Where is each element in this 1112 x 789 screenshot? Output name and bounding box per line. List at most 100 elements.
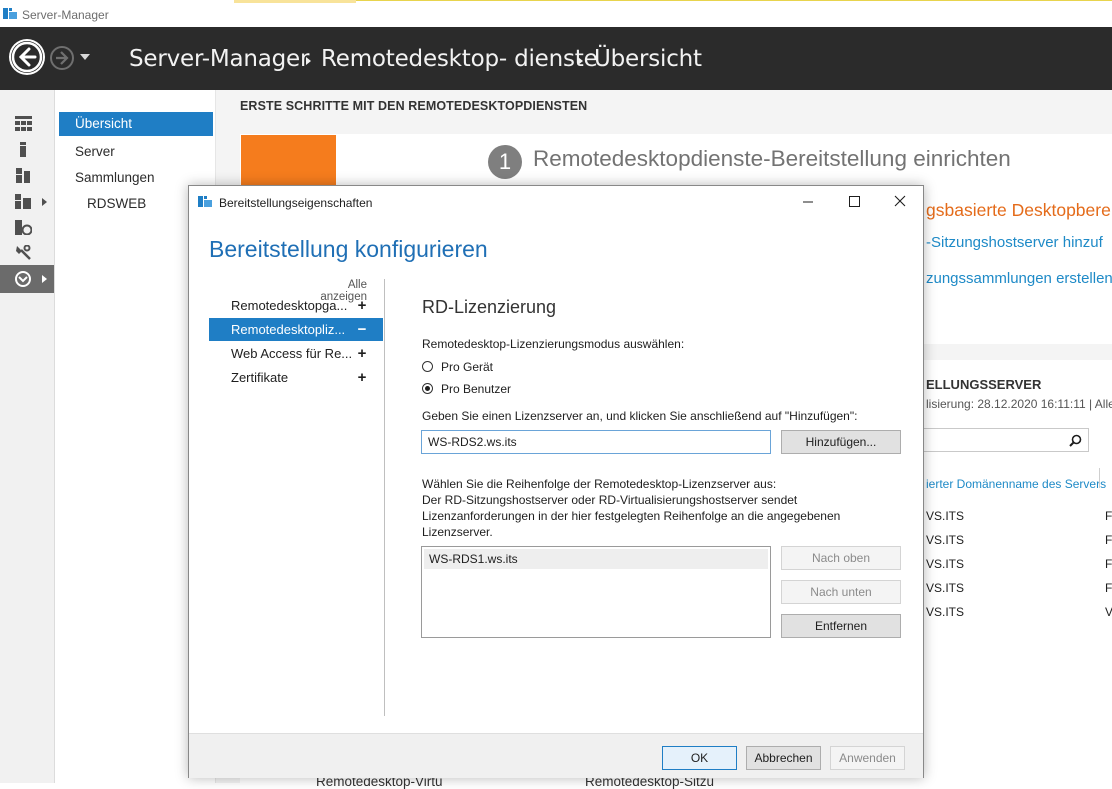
section-item-certificates[interactable]: Zertifikate + [209, 366, 383, 389]
maximize-icon [849, 196, 860, 207]
notification-line [356, 0, 1112, 1]
table-row[interactable]: VS.ITS [926, 581, 964, 595]
apply-button[interactable]: Anwenden [830, 746, 905, 770]
expand-plus-icon[interactable]: + [355, 294, 369, 317]
nav-item-rdsweb[interactable]: RDSWEB [59, 192, 205, 216]
move-down-button[interactable]: Nach unten [781, 580, 901, 604]
radio-button-checked[interactable] [422, 383, 433, 394]
file-services-icon[interactable] [15, 194, 32, 209]
license-server-input[interactable] [421, 430, 771, 454]
app-title: Server-Manager [22, 8, 109, 22]
tools-icon[interactable] [15, 245, 32, 260]
expand-arrow-icon[interactable] [42, 198, 47, 206]
forward-button[interactable] [50, 46, 74, 70]
breadcrumb-separator-icon [578, 57, 583, 65]
table-cell: F [1105, 581, 1112, 595]
table-cell: V [1105, 605, 1112, 619]
breadcrumb-remote-desktop[interactable]: Remotedesktop- dienste [321, 46, 598, 72]
remote-desktop-icon [15, 271, 31, 287]
dialog-title: Bereitstellungseigenschaften [219, 196, 373, 210]
remove-button[interactable]: Entfernen [781, 614, 901, 638]
dialog-heading: Bereitstellung konfigurieren [209, 236, 488, 262]
section-item-label: Zertifikate [231, 370, 289, 385]
section-item-web-access[interactable]: Web Access für Re... + [209, 342, 383, 365]
expand-plus-icon[interactable]: + [355, 366, 369, 389]
local-server-icon[interactable] [15, 142, 32, 157]
breadcrumb-overview: Übersicht [594, 46, 702, 72]
search-icon [1069, 434, 1082, 447]
column-divider [1099, 468, 1100, 488]
rail-active-item[interactable] [0, 265, 54, 293]
nav-item-collections[interactable]: Sammlungen [59, 166, 205, 190]
servers-panel-subtitle: lisierung: 28.12.2020 16:11:11 | Alle [926, 397, 1112, 411]
radio-button[interactable] [422, 361, 433, 372]
table-row[interactable]: VS.ITS [926, 533, 964, 547]
description-line: Lizenzserver. [422, 525, 493, 539]
nav-item-label: Übersicht [75, 116, 133, 131]
expand-arrow-icon[interactable] [42, 275, 47, 283]
license-server-prompt: Geben Sie einen Lizenzserver an, und kli… [422, 409, 858, 423]
close-button[interactable] [877, 186, 923, 217]
ok-button[interactable]: OK [662, 746, 737, 770]
server-manager-icon [198, 196, 212, 207]
description-line: Wählen Sie die Reihenfolge der Remotedes… [422, 477, 777, 491]
app-titlebar: Server-Manager [0, 0, 1112, 28]
breadcrumb-separator-icon [306, 57, 311, 65]
minimize-button[interactable] [785, 186, 831, 217]
deployment-properties-dialog: Bereitstellungseigenschaften Bereitstell… [188, 185, 924, 778]
close-icon [894, 195, 906, 207]
section-item-gateway[interactable]: Remotedesktopga... + [209, 294, 383, 317]
dialog-footer: OK Abbrechen Anwenden [189, 733, 923, 778]
section-item-licensing[interactable]: Remotedesktopliz... − [209, 318, 383, 341]
nav-item-servers[interactable]: Server [59, 140, 205, 164]
licensing-mode-label: Remotedesktop-Lizenzierungsmodus auswähl… [422, 337, 685, 351]
radio-label[interactable]: Pro Benutzer [441, 382, 511, 396]
table-row[interactable]: VS.ITS [926, 509, 964, 523]
server-manager-icon [3, 8, 17, 19]
section-item-label: Web Access für Re... [231, 346, 353, 361]
minimize-icon [803, 201, 813, 203]
back-button[interactable] [9, 39, 45, 75]
iis-icon[interactable] [15, 220, 32, 235]
table-row[interactable]: VS.ITS [926, 557, 964, 571]
dialog-titlebar[interactable]: Bereitstellungseigenschaften [189, 186, 923, 217]
collapse-minus-icon[interactable]: − [355, 318, 369, 341]
dashboard-icon[interactable] [15, 116, 32, 131]
step-title: Remotedesktopdienste-Bereitstellung einr… [533, 146, 1011, 171]
arrow-left-icon [11, 41, 43, 73]
radio-per-device[interactable]: Pro Gerät [422, 360, 622, 376]
nav-item-overview[interactable]: Übersicht [59, 112, 213, 136]
create-collections-link[interactable]: zungssammlungen erstellen [926, 270, 1112, 287]
column-header-fqdn[interactable]: ierter Domänenname des Servers [926, 477, 1106, 491]
table-cell: F [1105, 509, 1112, 523]
table-cell: F [1105, 557, 1112, 571]
nav-item-label: Server [75, 144, 115, 159]
table-cell: F [1105, 533, 1112, 547]
header-bar: Server-Manager Remotedesktop- dienste Üb… [0, 27, 1112, 90]
add-button[interactable]: Hinzufügen... [781, 430, 901, 454]
move-up-button[interactable]: Nach oben [781, 546, 901, 570]
history-dropdown-icon[interactable] [80, 54, 90, 60]
add-session-host-link[interactable]: -Sitzungshostserver hinzuf [926, 234, 1103, 251]
cancel-button[interactable]: Abbrechen [746, 746, 821, 770]
section-item-label: Remotedesktopga... [231, 298, 348, 313]
radio-per-user[interactable]: Pro Benutzer [422, 382, 622, 398]
arrow-right-icon [56, 51, 69, 65]
section-item-label: Remotedesktopliz... [231, 322, 346, 337]
maximize-button[interactable] [831, 186, 877, 217]
breadcrumb-server-manager[interactable]: Server-Manager [129, 46, 309, 72]
section-heading: ERSTE SCHRITTE MIT DEN REMOTEDESKTOPDIEN… [240, 99, 588, 113]
expand-plus-icon[interactable]: + [355, 342, 369, 365]
deployment-link[interactable]: gsbasierte Desktopbereit [926, 200, 1112, 221]
radio-label[interactable]: Pro Gerät [441, 360, 493, 374]
nav-item-label: RDSWEB [87, 196, 147, 211]
description-line: Der RD-Sitzungshostserver oder RD-Virtua… [422, 493, 798, 507]
list-item[interactable]: WS-RDS1.ws.its [424, 549, 768, 569]
nav-item-label: Sammlungen [75, 170, 155, 185]
table-row[interactable]: VS.ITS [926, 605, 964, 619]
all-servers-icon[interactable] [15, 168, 32, 183]
step-number-badge: 1 [488, 145, 522, 179]
servers-search-input[interactable] [923, 428, 1089, 452]
order-description: Wählen Sie die Reihenfolge der Remotedes… [422, 476, 842, 540]
license-server-list[interactable]: WS-RDS1.ws.its [421, 546, 771, 638]
